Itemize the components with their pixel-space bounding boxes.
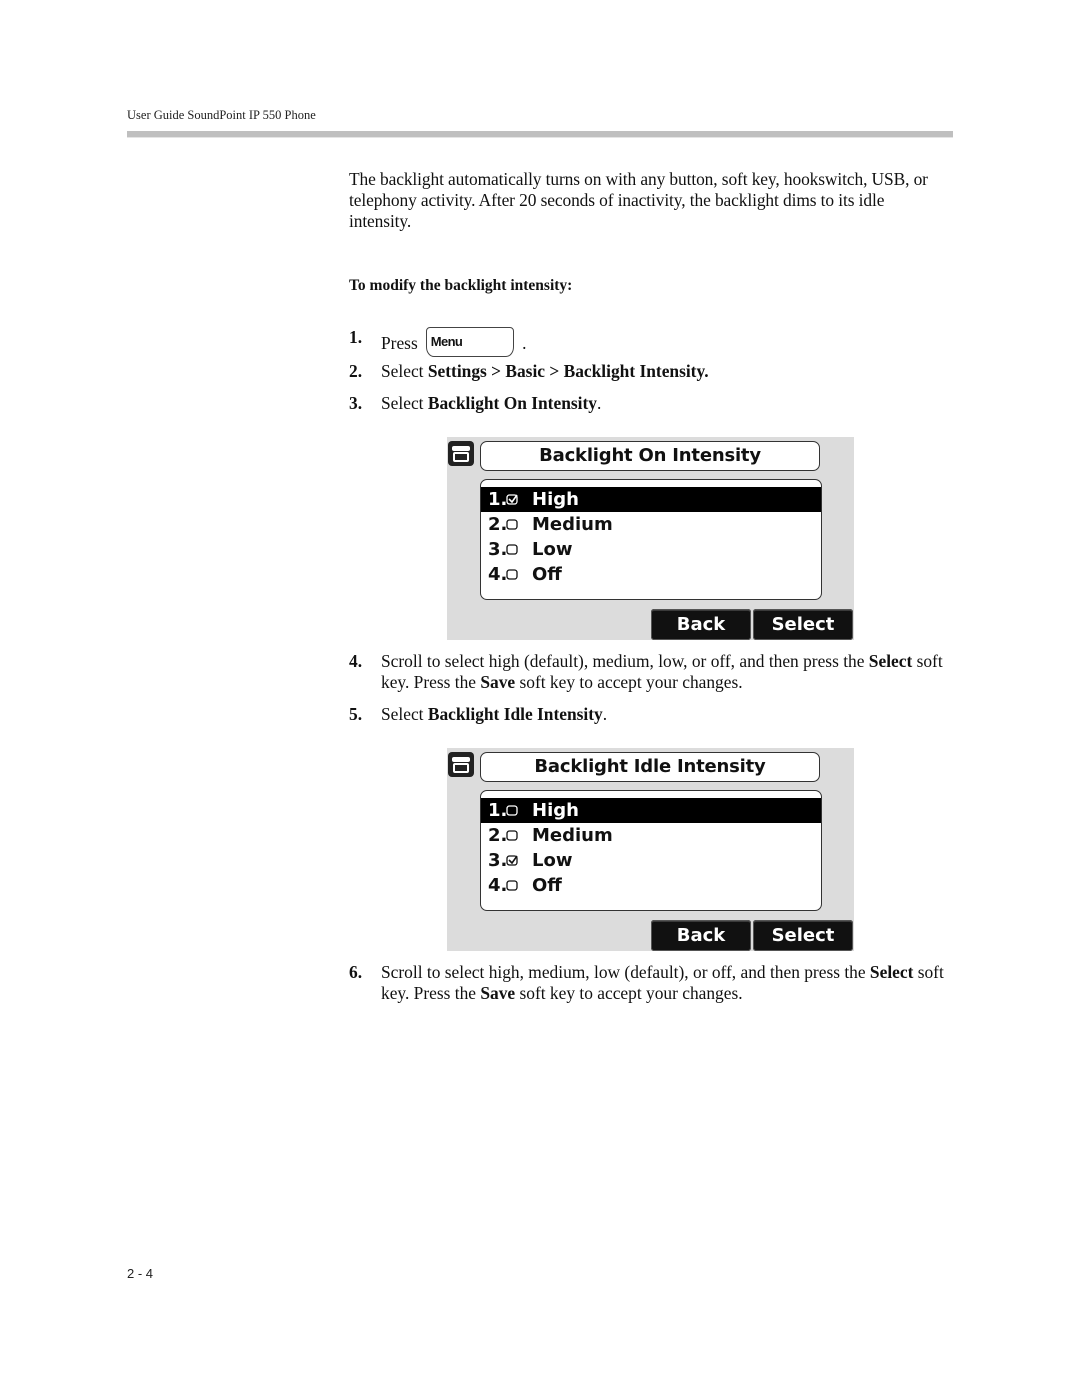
menu-key-label: Menu (430, 334, 463, 349)
select-softkey[interactable]: Select (753, 920, 853, 951)
option-list: 1. High 2. Medium 3. Low 4. Off (480, 479, 822, 600)
step-number: 4. (349, 651, 363, 671)
menu-item-name: Backlight On Intensity (427, 393, 597, 413)
option-off[interactable]: 4. Off (481, 562, 821, 587)
option-list: 1. High 2. Medium 3. Low 4. Off (480, 790, 822, 911)
back-softkey[interactable]: Back (651, 920, 751, 951)
phone-screen-backlight-idle: Backlight Idle Intensity 1. High 2. Medium 3… (447, 748, 854, 951)
option-index: 3. (488, 850, 508, 871)
menu-item-name: Backlight Idle Intensity (427, 704, 603, 724)
checkbox-icon (506, 830, 518, 841)
running-header: User Guide SoundPoint IP 550 Phone (127, 108, 316, 122)
select-softkey[interactable]: Select (753, 609, 853, 640)
option-label: Medium (532, 825, 613, 846)
back-softkey[interactable]: Back (651, 609, 751, 640)
step-text-end: . (596, 393, 602, 413)
menu-path: Settings > Basic > Backlight Intensity. (427, 361, 709, 381)
step-text: Scroll to select high (default), medium,… (381, 651, 869, 671)
procedure-title: To modify the backlight intensity: (349, 277, 573, 294)
step-text-end: . (522, 333, 527, 353)
option-off[interactable]: 4. Off (481, 873, 821, 898)
option-medium[interactable]: 2. Medium (481, 512, 821, 537)
option-index: 2. (488, 825, 508, 846)
option-high[interactable]: 1. High (481, 487, 821, 512)
step-text: soft key to accept your changes. (515, 672, 743, 692)
option-medium[interactable]: 2. Medium (481, 823, 821, 848)
intro-paragraph: The backlight automatically turns on wit… (349, 169, 928, 231)
softkey-name: Save (480, 672, 516, 692)
phone-handset-icon (448, 752, 474, 777)
step-text: Select (381, 704, 428, 724)
step-text-end: . (602, 704, 608, 724)
option-index: 1. (488, 489, 508, 510)
checkbox-icon (506, 519, 518, 530)
step-number: 1. (349, 327, 363, 347)
step-number: 6. (349, 962, 363, 982)
softkey-name: Select (869, 962, 914, 982)
option-label: Off (532, 875, 562, 896)
option-label: Medium (532, 514, 613, 535)
step-text: Select (381, 361, 428, 381)
checkbox-icon (506, 544, 518, 555)
option-index: 4. (488, 564, 508, 585)
option-high[interactable]: 1. High (481, 798, 821, 823)
option-low[interactable]: 3. Low (481, 848, 821, 873)
option-low[interactable]: 3. Low (481, 537, 821, 562)
option-label: Off (532, 564, 562, 585)
screen-title: Backlight On Intensity (480, 441, 820, 471)
screen-title: Backlight Idle Intensity (480, 752, 820, 782)
softkey-name: Save (480, 983, 516, 1003)
step-text: Press (381, 333, 418, 353)
checkbox-icon (506, 569, 518, 580)
checked-checkbox-icon (506, 855, 518, 866)
option-index: 1. (488, 800, 508, 821)
step-text: soft key to accept your changes. (515, 983, 743, 1003)
softkey-name: Select (868, 651, 913, 671)
option-label: Low (532, 850, 573, 871)
option-index: 3. (488, 539, 508, 560)
step-text: Select (381, 393, 428, 413)
option-label: Low (532, 539, 573, 560)
menu-key-icon: Menu (425, 327, 514, 357)
checkbox-icon (506, 880, 518, 891)
option-index: 4. (488, 875, 508, 896)
step-number: 3. (349, 393, 363, 413)
step-number: 5. (349, 704, 363, 724)
step-text: Scroll to select high, medium, low (defa… (381, 962, 870, 982)
option-index: 2. (488, 514, 508, 535)
phone-screen-backlight-on: Backlight On Intensity 1. High 2. Medium 3. L… (447, 437, 854, 640)
checked-checkbox-icon (506, 494, 518, 505)
option-label: High (532, 489, 579, 510)
header-rule (127, 131, 953, 138)
page-number: 2 - 4 (127, 1266, 154, 1281)
checkbox-icon (506, 805, 518, 816)
phone-handset-icon (448, 441, 474, 466)
step-number: 2. (349, 361, 363, 381)
option-label: High (532, 800, 579, 821)
